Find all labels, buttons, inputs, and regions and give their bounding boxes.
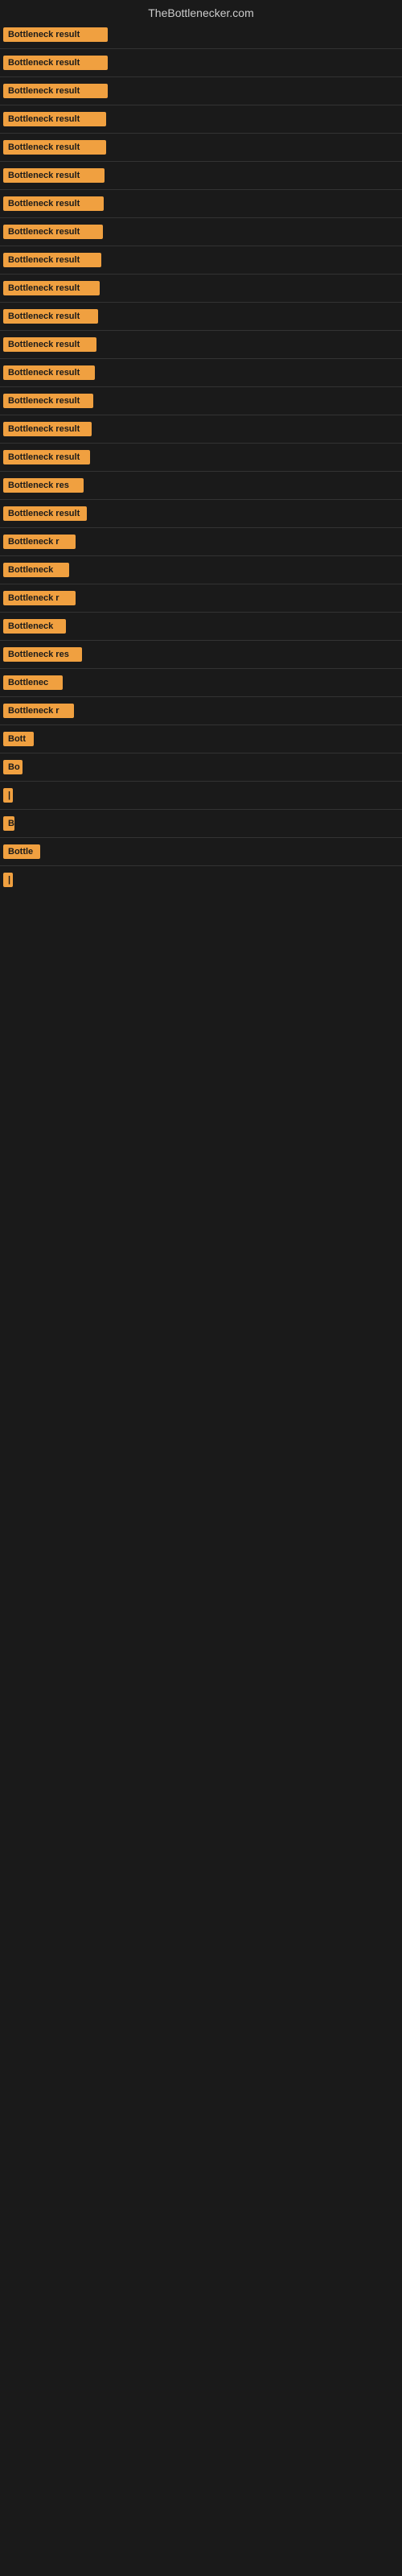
list-item: Bottleneck result — [0, 304, 402, 328]
separator — [0, 386, 402, 387]
separator — [0, 189, 402, 190]
list-item: Bottleneck res — [0, 473, 402, 497]
list-item: Bottleneck result — [0, 192, 402, 216]
list-item: Bottleneck result — [0, 135, 402, 159]
list-item: Bottleneck result — [0, 23, 402, 47]
list-item: Bottleneck res — [0, 642, 402, 667]
separator — [0, 302, 402, 303]
separator — [0, 612, 402, 613]
list-item: Bo — [0, 755, 402, 779]
separator — [0, 640, 402, 641]
list-item: Bottleneck result — [0, 502, 402, 526]
bottleneck-badge[interactable]: Bottleneck r — [3, 591, 76, 605]
list-item: Bottleneck result — [0, 79, 402, 103]
separator — [0, 443, 402, 444]
list-item: Bottleneck result — [0, 51, 402, 75]
separator — [0, 133, 402, 134]
separator — [0, 865, 402, 866]
list-item: Bottleneck — [0, 558, 402, 582]
separator — [0, 76, 402, 77]
bottleneck-badge[interactable]: Bottleneck r — [3, 535, 76, 549]
bottleneck-badge[interactable]: B — [3, 816, 14, 831]
bottleneck-badge[interactable]: Bottleneck result — [3, 450, 90, 464]
list-item: Bottleneck — [0, 614, 402, 638]
bottleneck-badge[interactable]: Bottleneck — [3, 563, 69, 577]
separator — [0, 471, 402, 472]
list-item: Bottleneck result — [0, 276, 402, 300]
bottleneck-badge[interactable]: Bottleneck res — [3, 478, 84, 493]
bottleneck-badge[interactable]: Bottleneck result — [3, 168, 105, 183]
bottleneck-badge[interactable]: | — [3, 873, 13, 887]
separator — [0, 48, 402, 49]
bottleneck-badge[interactable]: Bottleneck result — [3, 281, 100, 295]
bottleneck-badge[interactable]: Bottleneck result — [3, 365, 95, 380]
separator — [0, 809, 402, 810]
list-item: Bottleneck r — [0, 586, 402, 610]
bottleneck-badge[interactable]: Bo — [3, 760, 23, 774]
bottleneck-badge[interactable]: Bottleneck result — [3, 506, 87, 521]
bottleneck-badge[interactable]: Bottlenec — [3, 675, 63, 690]
list-item: Bottleneck result — [0, 361, 402, 385]
list-item: Bottleneck result — [0, 389, 402, 413]
bottleneck-badge[interactable]: Bottleneck result — [3, 112, 106, 126]
separator — [0, 330, 402, 331]
bottleneck-badge[interactable]: Bottleneck result — [3, 27, 108, 42]
list-item: Bottleneck r — [0, 530, 402, 554]
list-item: Bottleneck result — [0, 332, 402, 357]
separator — [0, 161, 402, 162]
list-item: Bott — [0, 727, 402, 751]
list-item: Bottleneck result — [0, 107, 402, 131]
bottleneck-badge[interactable]: Bottleneck result — [3, 309, 98, 324]
separator — [0, 217, 402, 218]
list-item: Bottleneck result — [0, 445, 402, 469]
bottleneck-badge[interactable]: Bottleneck result — [3, 56, 108, 70]
separator — [0, 724, 402, 725]
bottleneck-badge[interactable]: Bottleneck result — [3, 84, 108, 98]
separator — [0, 358, 402, 359]
bottleneck-badge[interactable]: Bottleneck r — [3, 704, 74, 718]
bottleneck-badge[interactable]: Bottleneck result — [3, 394, 93, 408]
site-title: TheBottlenecker.com — [0, 0, 402, 23]
bottleneck-badge[interactable]: Bottleneck result — [3, 196, 104, 211]
separator — [0, 781, 402, 782]
separator — [0, 499, 402, 500]
separator — [0, 696, 402, 697]
bottleneck-badge[interactable]: Bott — [3, 732, 34, 746]
bottleneck-badge[interactable]: Bottleneck result — [3, 422, 92, 436]
bottleneck-badge[interactable]: Bottleneck result — [3, 337, 96, 352]
list-item: Bottle — [0, 840, 402, 864]
list-item: B — [0, 811, 402, 836]
separator — [0, 555, 402, 556]
list-item: Bottleneck result — [0, 248, 402, 272]
list-item: Bottleneck result — [0, 163, 402, 188]
bottleneck-list: Bottleneck result Bottleneck result Bottle… — [0, 23, 402, 892]
separator — [0, 668, 402, 669]
bottleneck-badge[interactable]: Bottleneck res — [3, 647, 82, 662]
list-item: Bottleneck result — [0, 417, 402, 441]
list-item: Bottleneck result — [0, 220, 402, 244]
bottleneck-badge[interactable]: | — [3, 788, 13, 803]
separator — [0, 274, 402, 275]
bottleneck-badge[interactable]: Bottle — [3, 844, 40, 859]
list-item: | — [0, 868, 402, 892]
separator — [0, 837, 402, 838]
list-item: | — [0, 783, 402, 807]
list-item: Bottleneck r — [0, 699, 402, 723]
list-item: Bottlenec — [0, 671, 402, 695]
separator — [0, 527, 402, 528]
bottleneck-badge[interactable]: Bottleneck result — [3, 225, 103, 239]
bottleneck-badge[interactable]: Bottleneck result — [3, 253, 101, 267]
bottleneck-badge[interactable]: Bottleneck — [3, 619, 66, 634]
bottleneck-badge[interactable]: Bottleneck result — [3, 140, 106, 155]
